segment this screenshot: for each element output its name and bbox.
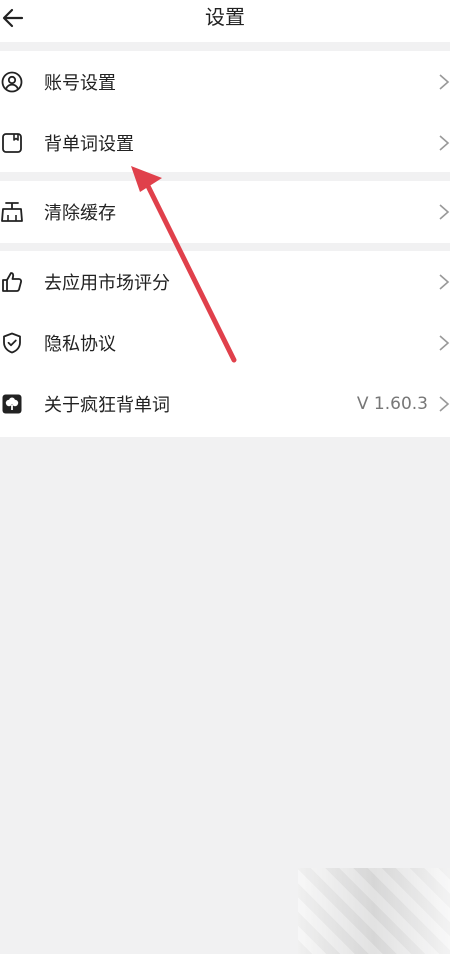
chevron-right-icon bbox=[439, 134, 450, 151]
settings-group-cache: 清除缓存 bbox=[0, 181, 450, 243]
blurred-watermark-area bbox=[298, 868, 450, 954]
page-title: 设置 bbox=[205, 5, 245, 29]
settings-group-account: 账号设置 背单词设置 bbox=[0, 51, 450, 172]
chevron-right-icon bbox=[439, 203, 450, 220]
settings-item-label: 背单词设置 bbox=[44, 133, 134, 155]
settings-group-about: 去应用市场评分 隐私协议 关于疯狂背单词 V 1.60.3 bbox=[0, 251, 450, 437]
settings-item-rate-app[interactable]: 去应用市场评分 bbox=[0, 251, 450, 312]
user-circle-icon bbox=[0, 70, 24, 94]
settings-item-word-settings[interactable]: 背单词设置 bbox=[0, 112, 450, 173]
thumbs-up-icon bbox=[0, 270, 24, 294]
settings-item-label: 账号设置 bbox=[44, 72, 116, 94]
settings-item-about[interactable]: 关于疯狂背单词 V 1.60.3 bbox=[0, 373, 450, 434]
settings-item-label: 关于疯狂背单词 bbox=[44, 394, 170, 416]
shield-check-icon bbox=[0, 331, 24, 355]
settings-item-privacy[interactable]: 隐私协议 bbox=[0, 312, 450, 373]
top-bar: 设置 bbox=[0, 0, 450, 42]
chevron-right-icon bbox=[439, 334, 450, 351]
settings-item-label: 隐私协议 bbox=[44, 333, 116, 355]
app-logo-icon bbox=[0, 392, 24, 416]
app-version: V 1.60.3 bbox=[356, 393, 428, 414]
settings-item-label: 清除缓存 bbox=[44, 202, 116, 224]
settings-item-account[interactable]: 账号设置 bbox=[0, 51, 450, 112]
chevron-right-icon bbox=[439, 395, 450, 412]
settings-item-clear-cache[interactable]: 清除缓存 bbox=[0, 181, 450, 242]
broom-icon bbox=[0, 200, 24, 224]
chevron-right-icon bbox=[439, 73, 450, 90]
bookmark-square-icon bbox=[0, 131, 24, 155]
settings-item-label: 去应用市场评分 bbox=[44, 272, 170, 294]
chevron-right-icon bbox=[439, 273, 450, 290]
